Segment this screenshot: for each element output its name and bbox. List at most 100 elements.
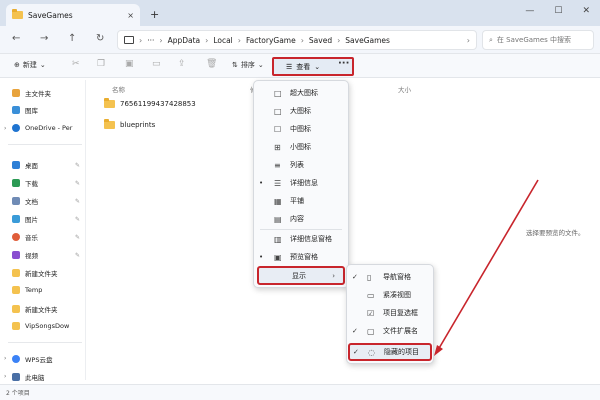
chevron-right-icon[interactable]: › bbox=[4, 373, 6, 380]
menu-item-extra-large-icons[interactable]: □ 超大图标 bbox=[254, 85, 348, 101]
command-bar: ⊕ 新建 ⌄ ✂ ❐ ▣ ▭ ⇪ 🗑 ⇅ 排序 ⌄ ☰ 查看 ⌄ ··· bbox=[0, 54, 600, 78]
check-icon: ✓ bbox=[352, 327, 358, 335]
breadcrumb-saved[interactable]: Saved bbox=[309, 36, 332, 45]
forward-button[interactable]: → bbox=[40, 33, 48, 44]
new-button[interactable]: ⊕ 新建 ⌄ bbox=[14, 60, 46, 70]
details-icon: ☰ bbox=[274, 178, 282, 188]
menu-item-label: 列表 bbox=[290, 161, 304, 169]
menu-item-tiles[interactable]: ▦ 平铺 bbox=[254, 193, 348, 209]
gallery-icon bbox=[12, 106, 20, 114]
list-icon: ≡ bbox=[274, 160, 281, 170]
chevron-right-icon[interactable]: › bbox=[4, 355, 6, 362]
sidebar-item-documents[interactable]: 文档 ✎ bbox=[12, 196, 86, 206]
menu-item-checkboxes[interactable]: ☑ 项目复选框 bbox=[347, 305, 433, 321]
sidebar-item-wps[interactable]: WPS云盘 bbox=[12, 354, 86, 364]
tab-close-icon[interactable]: × bbox=[127, 11, 134, 20]
menu-item-navigation-pane[interactable]: ✓ ▯ 导航窗格 bbox=[347, 269, 433, 285]
search-input[interactable]: ⌕ 在 SaveGames 中搜索 bbox=[482, 30, 594, 50]
menu-item-label: 详细信息 bbox=[290, 179, 318, 187]
sidebar-item-desktop[interactable]: 桌面 ✎ bbox=[12, 160, 86, 170]
menu-item-large-icons[interactable]: □ 大图标 bbox=[254, 103, 348, 119]
compact-view-icon: ▭ bbox=[367, 290, 375, 300]
copy-icon[interactable]: ❐ bbox=[97, 59, 105, 69]
menu-item-label: 平铺 bbox=[290, 197, 304, 205]
sort-icon: ⇅ bbox=[232, 61, 238, 69]
small-icons-icon: ⊞ bbox=[274, 142, 281, 152]
sidebar-item-label: 桌面 bbox=[25, 162, 38, 170]
arrow-head bbox=[434, 345, 443, 356]
menu-item-list[interactable]: ≡ 列表 bbox=[254, 157, 348, 173]
sidebar-item-folder-1[interactable]: 新建文件夹 bbox=[12, 268, 86, 278]
sort-button[interactable]: ⇅ 排序 ⌄ bbox=[232, 60, 264, 70]
breadcrumb-savegames[interactable]: SaveGames bbox=[345, 36, 390, 45]
folder-icon bbox=[12, 286, 20, 294]
sidebar-item-label: Temp bbox=[25, 286, 43, 294]
menu-item-details[interactable]: • ☰ 详细信息 bbox=[254, 175, 348, 191]
sidebar-item-label: 此电脑 bbox=[25, 374, 45, 382]
pc-icon bbox=[12, 373, 20, 381]
maximize-button[interactable]: ☐ bbox=[554, 6, 562, 16]
up-button[interactable]: ↑ bbox=[68, 33, 76, 44]
breadcrumb-appdata[interactable]: AppData bbox=[168, 36, 201, 45]
paste-icon[interactable]: ▣ bbox=[125, 59, 134, 69]
sidebar-item-this-pc[interactable]: 此电脑 bbox=[12, 372, 86, 382]
sidebar-item-downloads[interactable]: 下载 ✎ bbox=[12, 178, 86, 188]
menu-item-content[interactable]: ▤ 内容 bbox=[254, 211, 348, 227]
monitor-icon bbox=[124, 36, 134, 44]
menu-item-small-icons[interactable]: ⊞ 小图标 bbox=[254, 139, 348, 155]
menu-item-compact-view[interactable]: ▭ 紧凑视图 bbox=[347, 287, 433, 303]
back-button[interactable]: ← bbox=[12, 33, 20, 44]
sidebar-item-music[interactable]: 音乐 ✎ bbox=[12, 232, 86, 242]
new-tab-button[interactable]: + bbox=[150, 8, 159, 21]
menu-item-preview-pane[interactable]: • ▣ 预览窗格 bbox=[254, 249, 348, 265]
address-bar[interactable]: › ··· › AppData › Local › FactoryGame › … bbox=[117, 30, 477, 50]
address-row: ← → ↑ ↻ › ··· › AppData › Local › Factor… bbox=[0, 26, 600, 54]
delete-icon[interactable]: 🗑 bbox=[206, 59, 217, 69]
sidebar-item-vipsongs[interactable]: VipSongsDow bbox=[12, 322, 86, 330]
pin-icon: ✎ bbox=[74, 233, 80, 241]
sidebar-item-folder-2[interactable]: 新建文件夹 bbox=[12, 304, 86, 314]
window-controls: — ☐ ✕ bbox=[525, 6, 590, 16]
rename-icon[interactable]: ▭ bbox=[152, 59, 161, 69]
sidebar-item-label: 下载 bbox=[25, 180, 38, 188]
navigation-pane-icon: ▯ bbox=[367, 272, 372, 282]
sidebar-item-pictures[interactable]: 图片 ✎ bbox=[12, 214, 86, 224]
menu-item-details-pane[interactable]: ▥ 详细信息窗格 bbox=[254, 231, 348, 247]
menu-item-label: 内容 bbox=[290, 215, 304, 223]
refresh-button[interactable]: ↻ bbox=[96, 33, 104, 44]
chevron-right-icon[interactable]: › bbox=[4, 125, 6, 132]
navigation-pane: 主文件夹 图库 › OneDrive - Per 桌面 ✎ 下载 ✎ 文档 ✎ … bbox=[0, 80, 86, 382]
list-item[interactable]: blueprints bbox=[104, 119, 155, 129]
menu-item-file-extensions[interactable]: ✓ ▢ 文件扩展名 bbox=[347, 323, 433, 339]
menu-item-hidden-items[interactable]: ✓ ◌ 隐藏的项目 bbox=[348, 343, 432, 361]
sidebar-item-home[interactable]: 主文件夹 bbox=[12, 88, 86, 98]
breadcrumb-more[interactable]: ··· bbox=[147, 36, 154, 45]
breadcrumb-factorygame[interactable]: FactoryGame bbox=[246, 36, 296, 45]
pin-icon: ✎ bbox=[74, 215, 80, 223]
menu-item-medium-icons[interactable]: ☐ 中图标 bbox=[254, 121, 348, 137]
breadcrumb-local[interactable]: Local bbox=[213, 36, 232, 45]
sidebar-item-onedrive[interactable]: OneDrive - Per bbox=[12, 124, 86, 132]
menu-item-label: 文件扩展名 bbox=[383, 327, 418, 335]
pin-icon: ✎ bbox=[74, 197, 80, 205]
folder-icon bbox=[12, 305, 20, 313]
tiles-icon: ▦ bbox=[274, 196, 282, 206]
list-item[interactable]: 76561199437428853 bbox=[104, 98, 196, 108]
sidebar-item-gallery[interactable]: 图库 bbox=[12, 105, 86, 115]
view-icon: ☰ bbox=[286, 62, 293, 71]
selected-bullet: • bbox=[259, 179, 264, 187]
music-icon bbox=[12, 233, 20, 241]
menu-item-show[interactable]: 显示 › bbox=[257, 266, 345, 285]
cut-icon[interactable]: ✂ bbox=[72, 59, 80, 69]
more-button[interactable]: ··· bbox=[338, 58, 349, 69]
sidebar-item-temp[interactable]: Temp bbox=[12, 286, 86, 294]
file-name: 76561199437428853 bbox=[120, 100, 196, 108]
share-icon[interactable]: ⇪ bbox=[178, 59, 186, 69]
large-icons-icon: □ bbox=[274, 106, 282, 116]
sidebar-item-videos[interactable]: 视频 ✎ bbox=[12, 250, 86, 260]
close-window-button[interactable]: ✕ bbox=[582, 6, 590, 16]
tab-savegames[interactable]: SaveGames × bbox=[6, 4, 140, 26]
minimize-button[interactable]: — bbox=[525, 6, 534, 16]
column-size[interactable]: 大小 bbox=[398, 84, 411, 94]
column-name[interactable]: 名称 bbox=[112, 84, 125, 94]
